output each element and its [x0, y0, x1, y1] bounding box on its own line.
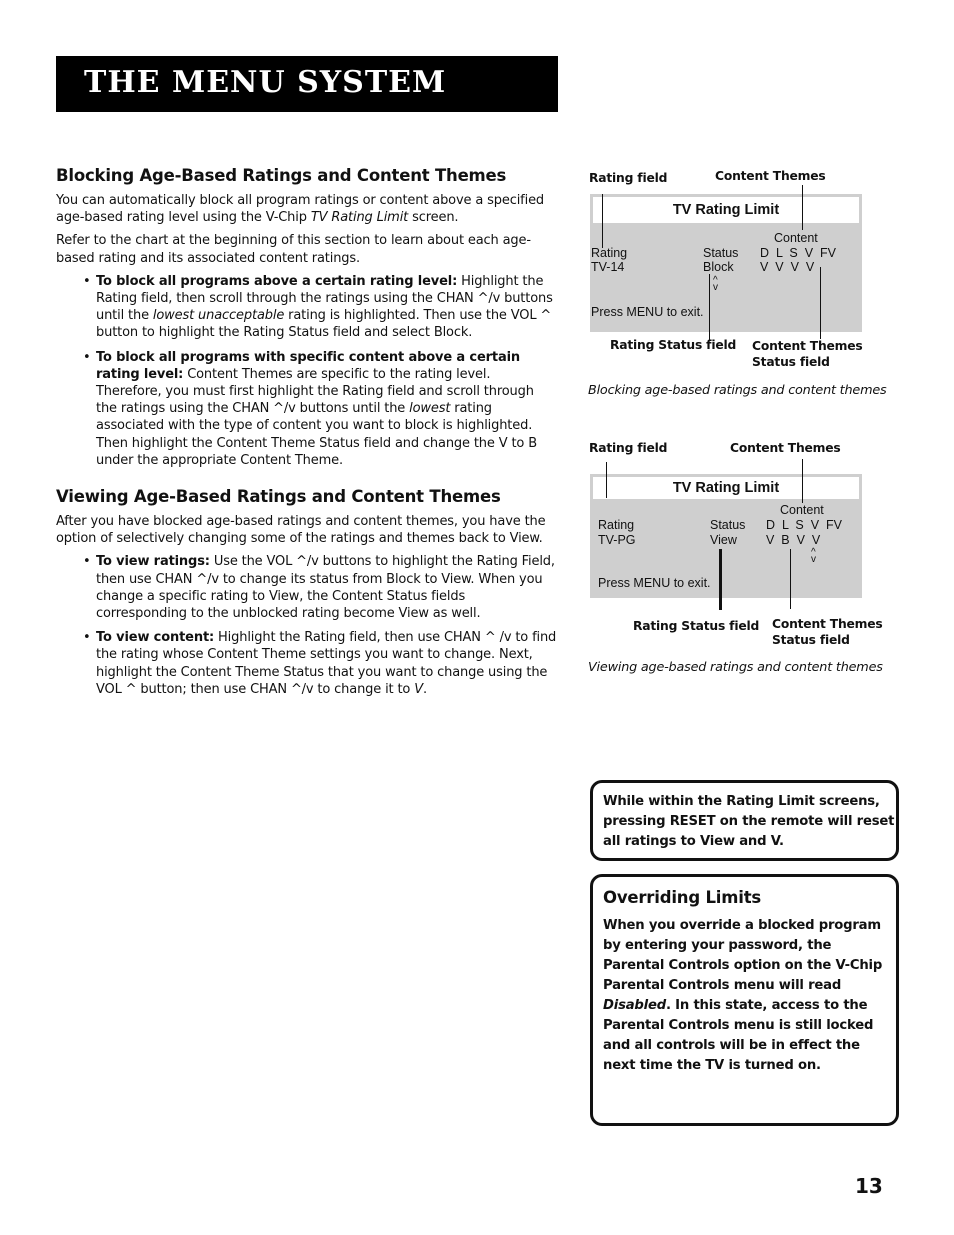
- callout-content-themes: Content Themes: [730, 441, 841, 455]
- text: You can automatically block all program …: [56, 193, 545, 226]
- chapter-title: THE MENU SYSTEM: [84, 65, 447, 100]
- section-heading: Blocking Age-Based Ratings and Content T…: [56, 166, 507, 185]
- rating-value: TV-14: [591, 260, 625, 274]
- leader-line: [602, 194, 604, 248]
- exit-hint: Press MENU to exit.: [598, 576, 711, 590]
- note-text: While within the Rating Limit screens, p…: [603, 794, 895, 849]
- bullet-lead: To view ratings:: [96, 554, 210, 570]
- leader-line: [820, 267, 822, 339]
- emphasis: lowest: [409, 401, 451, 417]
- screen-title: TV Rating Limit: [593, 197, 859, 223]
- emphasis: lowest unacceptable: [152, 308, 285, 324]
- screen-title: TV Rating Limit: [593, 477, 859, 499]
- text: After you have blocked age-based ratings…: [56, 514, 546, 547]
- bullet-icon: •: [83, 554, 91, 570]
- content-themes-values: V V V V: [760, 260, 815, 274]
- overriding-limits-box: Overriding Limits When you override a bl…: [590, 874, 899, 1126]
- bullet-lead: To view content:: [96, 630, 215, 646]
- status-value: Block: [703, 260, 734, 274]
- leader-line: [606, 462, 608, 498]
- text: screen.: [408, 210, 459, 226]
- figure-viewing: Rating field Content Themes TV Rating Li…: [588, 438, 908, 683]
- bullet-icon: •: [83, 349, 91, 365]
- callout-line: Status field: [752, 355, 830, 369]
- figure-caption: Viewing age-based ratings and content th…: [588, 660, 883, 675]
- chapter-header-bar: THE MENU SYSTEM: [56, 56, 558, 112]
- tv-rating-limit-screen: TV Rating Limit Content Rating TV-PG Sta…: [590, 474, 862, 598]
- callout-rating-field: Rating field: [589, 441, 668, 455]
- callout-rating-status-field: Rating Status field: [633, 619, 760, 633]
- rating-label: Rating: [598, 518, 635, 532]
- leader-line: [709, 274, 711, 341]
- emphasis: V: [414, 681, 423, 697]
- leader-line: [719, 549, 722, 610]
- paragraph: You can automatically block all program …: [56, 192, 558, 226]
- list-item: • To view content: Highlight the Rating f…: [56, 629, 558, 698]
- leader-line: [802, 185, 804, 230]
- emphasis: TV Rating Limit: [310, 210, 409, 226]
- callout-content-themes: Content Themes: [715, 169, 826, 183]
- paragraph: After you have blocked age-based ratings…: [56, 513, 558, 547]
- box-heading: Overriding Limits: [603, 888, 761, 907]
- callout-content-status-field: Content Themes Status field: [752, 338, 863, 370]
- callout-rating-field: Rating field: [589, 171, 668, 185]
- figure-caption: Blocking age-based ratings and content t…: [588, 383, 887, 398]
- content-themes-header: D L S V FV: [766, 518, 842, 532]
- callout-content-status-field: Content Themes Status field: [772, 616, 883, 648]
- section-blocking: Blocking Age-Based Ratings and Content T…: [56, 166, 558, 469]
- bullet-list: • To block all programs above a certain r…: [56, 273, 558, 469]
- up-down-arrows-icon: ^ v: [811, 547, 816, 565]
- rating-label: Rating: [591, 246, 628, 260]
- bullet-list: • To view ratings: Use the VOL ^/v button…: [56, 553, 558, 698]
- exit-hint: Press MENU to exit.: [591, 305, 704, 319]
- box-text: When you override a blocked program by e…: [603, 916, 896, 1076]
- list-item: • To block all programs above a certain r…: [56, 273, 558, 342]
- callout-line: Content Themes: [772, 617, 883, 631]
- list-item: • To view ratings: Use the VOL ^/v button…: [56, 553, 558, 622]
- bullet-icon: •: [83, 273, 91, 289]
- bullet-lead: To block all programs above a certain ra…: [96, 273, 458, 289]
- rating-value: TV-PG: [598, 533, 636, 547]
- text: Refer to the chart at the beginning of t…: [56, 233, 531, 266]
- emphasis: Disabled: [603, 998, 666, 1013]
- content-label: Content: [780, 503, 824, 517]
- tv-rating-limit-screen: TV Rating Limit Content Rating TV-14 Sta…: [590, 194, 862, 332]
- status-label: Status: [710, 518, 746, 532]
- main-text-column: Blocking Age-Based Ratings and Content T…: [56, 166, 558, 705]
- leader-line: [790, 549, 792, 609]
- reset-note-box: While within the Rating Limit screens, p…: [590, 780, 899, 861]
- up-down-arrows-icon: ^ v: [713, 275, 718, 293]
- content-themes-values: V B V V: [766, 533, 821, 547]
- page-number: 13: [855, 1174, 883, 1198]
- section-viewing: Viewing Age-Based Ratings and Content Th…: [56, 487, 558, 698]
- list-item: • To block all programs with specific con…: [56, 349, 558, 469]
- status-value: View: [710, 533, 737, 547]
- content-themes-header: D L S V FV: [760, 246, 836, 260]
- bullet-icon: •: [83, 630, 91, 646]
- figure-blocking: Rating field Content Themes TV Rating Li…: [588, 166, 908, 406]
- leader-line: [802, 459, 804, 503]
- callout-rating-status-field: Rating Status field: [610, 338, 737, 352]
- section-heading: Viewing Age-Based Ratings and Content Th…: [56, 487, 501, 507]
- callout-line: Status field: [772, 633, 850, 647]
- paragraph: Refer to the chart at the beginning of t…: [56, 232, 558, 266]
- content-label: Content: [774, 231, 818, 245]
- text: .: [422, 681, 427, 697]
- status-label: Status: [703, 246, 739, 260]
- text: When you override a blocked program by e…: [603, 918, 883, 993]
- callout-line: Content Themes: [752, 339, 863, 353]
